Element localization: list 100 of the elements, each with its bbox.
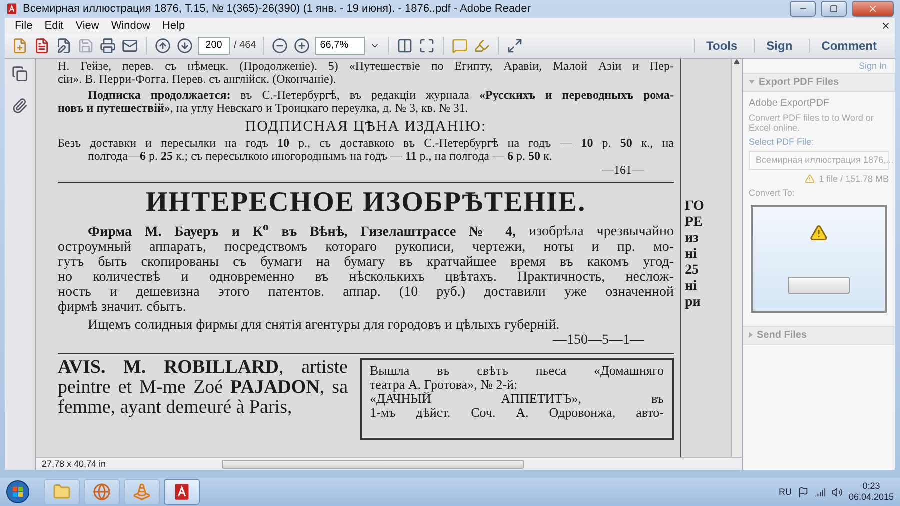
notice-text: femme, ayant demeuré à Paris, [58, 398, 294, 418]
pane-tab[interactable]: Tools [694, 38, 750, 53]
column-fragment: из [685, 230, 700, 247]
taskbar-app[interactable] [84, 479, 120, 506]
column-fragment: 25 [685, 262, 700, 279]
menu-item[interactable]: Edit [38, 20, 70, 32]
document-text: новъ и путешествій», на углу Невскаго и Троицкаго переулка, д. № 3, кв. № 31. [58, 102, 468, 115]
field-label: Select PDF File: [749, 136, 816, 147]
notice-text: peintre et M-me Zoé PAJADON, sa [58, 378, 348, 398]
arrow-down-icon [177, 38, 193, 54]
document-text: Безъ доставки и пересылки на годъ 10 р., съ доставкою въ С.-Петербургѣ на годъ — 10 р. 50 к., на [58, 136, 674, 150]
traffic-cone-icon [133, 483, 151, 502]
menu-item[interactable]: View [70, 20, 106, 32]
clock-date: 06.04.2015 [848, 492, 894, 504]
pane-tab[interactable]: Comment [808, 38, 889, 53]
pdf-file-icon [173, 483, 191, 502]
save-icon [78, 38, 94, 54]
article-title: ИНТЕРЕСНОЕ ИЗОБРѢТЕНІЕ. [144, 186, 588, 219]
file-plus-icon [12, 38, 28, 54]
menu-item[interactable]: File [9, 20, 39, 32]
article-text: но количествѣ и одновременно въ нѣсколькихъ цвѣтахъ. Практичность, неслож- [58, 270, 674, 285]
previous-page-button[interactable] [154, 36, 172, 55]
article-text: гутъ быть скопированы съ бумаги на бумагу въ кратчайшее время въ какомъ угод- [58, 254, 674, 270]
attachments-button[interactable] [11, 96, 29, 115]
field-label: Convert To: [749, 188, 796, 198]
pane-tab[interactable]: Sign [754, 38, 805, 53]
article-code: —150—5—1— [552, 332, 646, 349]
highlighter-icon [474, 38, 490, 54]
notice-text: Вышла въ свѣтъ пьеса «Домашняго [370, 364, 664, 378]
zoom-out-button[interactable] [271, 36, 290, 55]
page-number-field[interactable]: 200 [198, 36, 230, 55]
windows-logo-icon [6, 480, 30, 504]
speech-bubble-icon [452, 38, 468, 54]
globe-icon [93, 483, 111, 502]
print-button[interactable] [99, 36, 117, 55]
article-text: фирмѣ значит. сбытъ. [58, 300, 188, 315]
document-icon [34, 38, 50, 54]
horizontal-scrollbar-thumb[interactable] [222, 460, 524, 469]
fit-page-icon [419, 38, 436, 54]
paperclip-icon [12, 98, 28, 114]
full-screen-button[interactable] [506, 36, 524, 55]
service-title: Adobe ExportPDF [749, 98, 831, 109]
article-text: Фирма М. Бауеръ и К$^{о}$ въ Вѣнѣ, Гизелаштрассе № 4, изобрѣла чрезвычайно [87, 218, 674, 240]
column-fragment: РЕ [685, 214, 704, 231]
article-text: остроумный аппаратъ, посредствомъ котораго рукописи, чертежи, ноты и пр. мо- [58, 240, 674, 255]
page-thumbnails-button[interactable] [11, 64, 29, 83]
pdf-file-icon [6, 2, 18, 15]
warning-icon [804, 174, 815, 184]
page-number: —161— [600, 162, 646, 178]
volume-icon[interactable] [832, 486, 843, 498]
columns-icon [397, 38, 414, 54]
window-title: Всемирная иллюстрация 1876, Т.15, № 1(365)-26(390) (1 янв. - 19 июня). - 1876..pdf - Adobe Reader [23, 2, 532, 15]
menu-item[interactable]: Help [156, 20, 192, 32]
folder-icon [53, 483, 71, 502]
column-fragment: ні [685, 278, 698, 295]
mail-icon [122, 38, 138, 54]
document-text: полгода—6 р. 25 к.; съ пересылкою иногороднымъ на годъ — 11 р., на полгода — 6 р. 50 к. [87, 150, 554, 163]
zoom-field[interactable]: 66,7% [315, 36, 366, 55]
clock[interactable]: 0:23 06.04.2015 [848, 481, 894, 504]
page-count: / 464 [234, 40, 256, 52]
notice-text: «ДАЧНЫЙ АППЕТИТЪ», въ [370, 392, 664, 406]
zoom-in-icon [294, 38, 310, 54]
maximize-icon [830, 4, 838, 13]
service-description: Convert PDF files to to Word or Excel online. [749, 112, 875, 133]
zoom-out-icon [272, 38, 288, 54]
arrow-up-icon [155, 38, 171, 54]
article-text: Ищемъ солидныя фирмы для снятія агентуры для городовъ и цѣлыхъ губерній. [87, 318, 561, 333]
language-indicator[interactable]: RU [778, 487, 792, 498]
vertical-scrollbar[interactable] [731, 58, 742, 458]
column-fragment: ри [685, 294, 702, 311]
file-info: 1 file / 151.78 MB [818, 174, 889, 184]
zoom-in-button[interactable] [293, 36, 312, 55]
menu-item[interactable]: Window [105, 20, 156, 32]
close-icon [868, 4, 878, 14]
page-size-text: 27,78 x 40,74 in [41, 459, 108, 470]
taskbar-app[interactable] [164, 479, 200, 506]
close-document-icon[interactable] [881, 20, 891, 31]
column-fragment: ні [685, 246, 698, 263]
minimize-button[interactable] [790, 0, 816, 17]
create-button[interactable] [11, 36, 29, 55]
warning-icon [810, 224, 828, 242]
article-text: ность и дешевизна этого патентов. аппар. (10 руб.) доставили уже означенной [58, 284, 674, 300]
print-icon [100, 38, 116, 54]
fit-width-button[interactable] [396, 36, 414, 55]
fit-page-button[interactable] [418, 36, 436, 55]
maximize-button[interactable] [821, 0, 847, 17]
edit-button[interactable] [55, 36, 73, 55]
document-pen-icon [56, 38, 72, 54]
column-fragment: ГО [685, 198, 706, 215]
document-text: сіи». В. Перри-Фогга. Перев. съ англійск. (Окончаніе). [58, 72, 336, 86]
create-pdf-button[interactable] [33, 36, 51, 55]
document-text: Подписка продолжается: въ С.-Петербургѣ, въ редакціи журнала «Русскихъ и переводныхъ рома- [87, 88, 674, 102]
flag-icon[interactable] [798, 486, 809, 498]
document-heading: ПОДПИСНАЯ ЦѢНА ИЗДАНІЮ: [244, 118, 488, 137]
next-page-button[interactable] [176, 36, 194, 55]
notice-text: 1-мъ дѣйст. Соч. А. Одровонжа, авто- [370, 406, 664, 420]
scroll-up-icon [734, 58, 740, 65]
clock-time: 0:23 [862, 481, 880, 492]
dialog-button[interactable] [788, 276, 850, 294]
pages-icon [12, 66, 28, 82]
